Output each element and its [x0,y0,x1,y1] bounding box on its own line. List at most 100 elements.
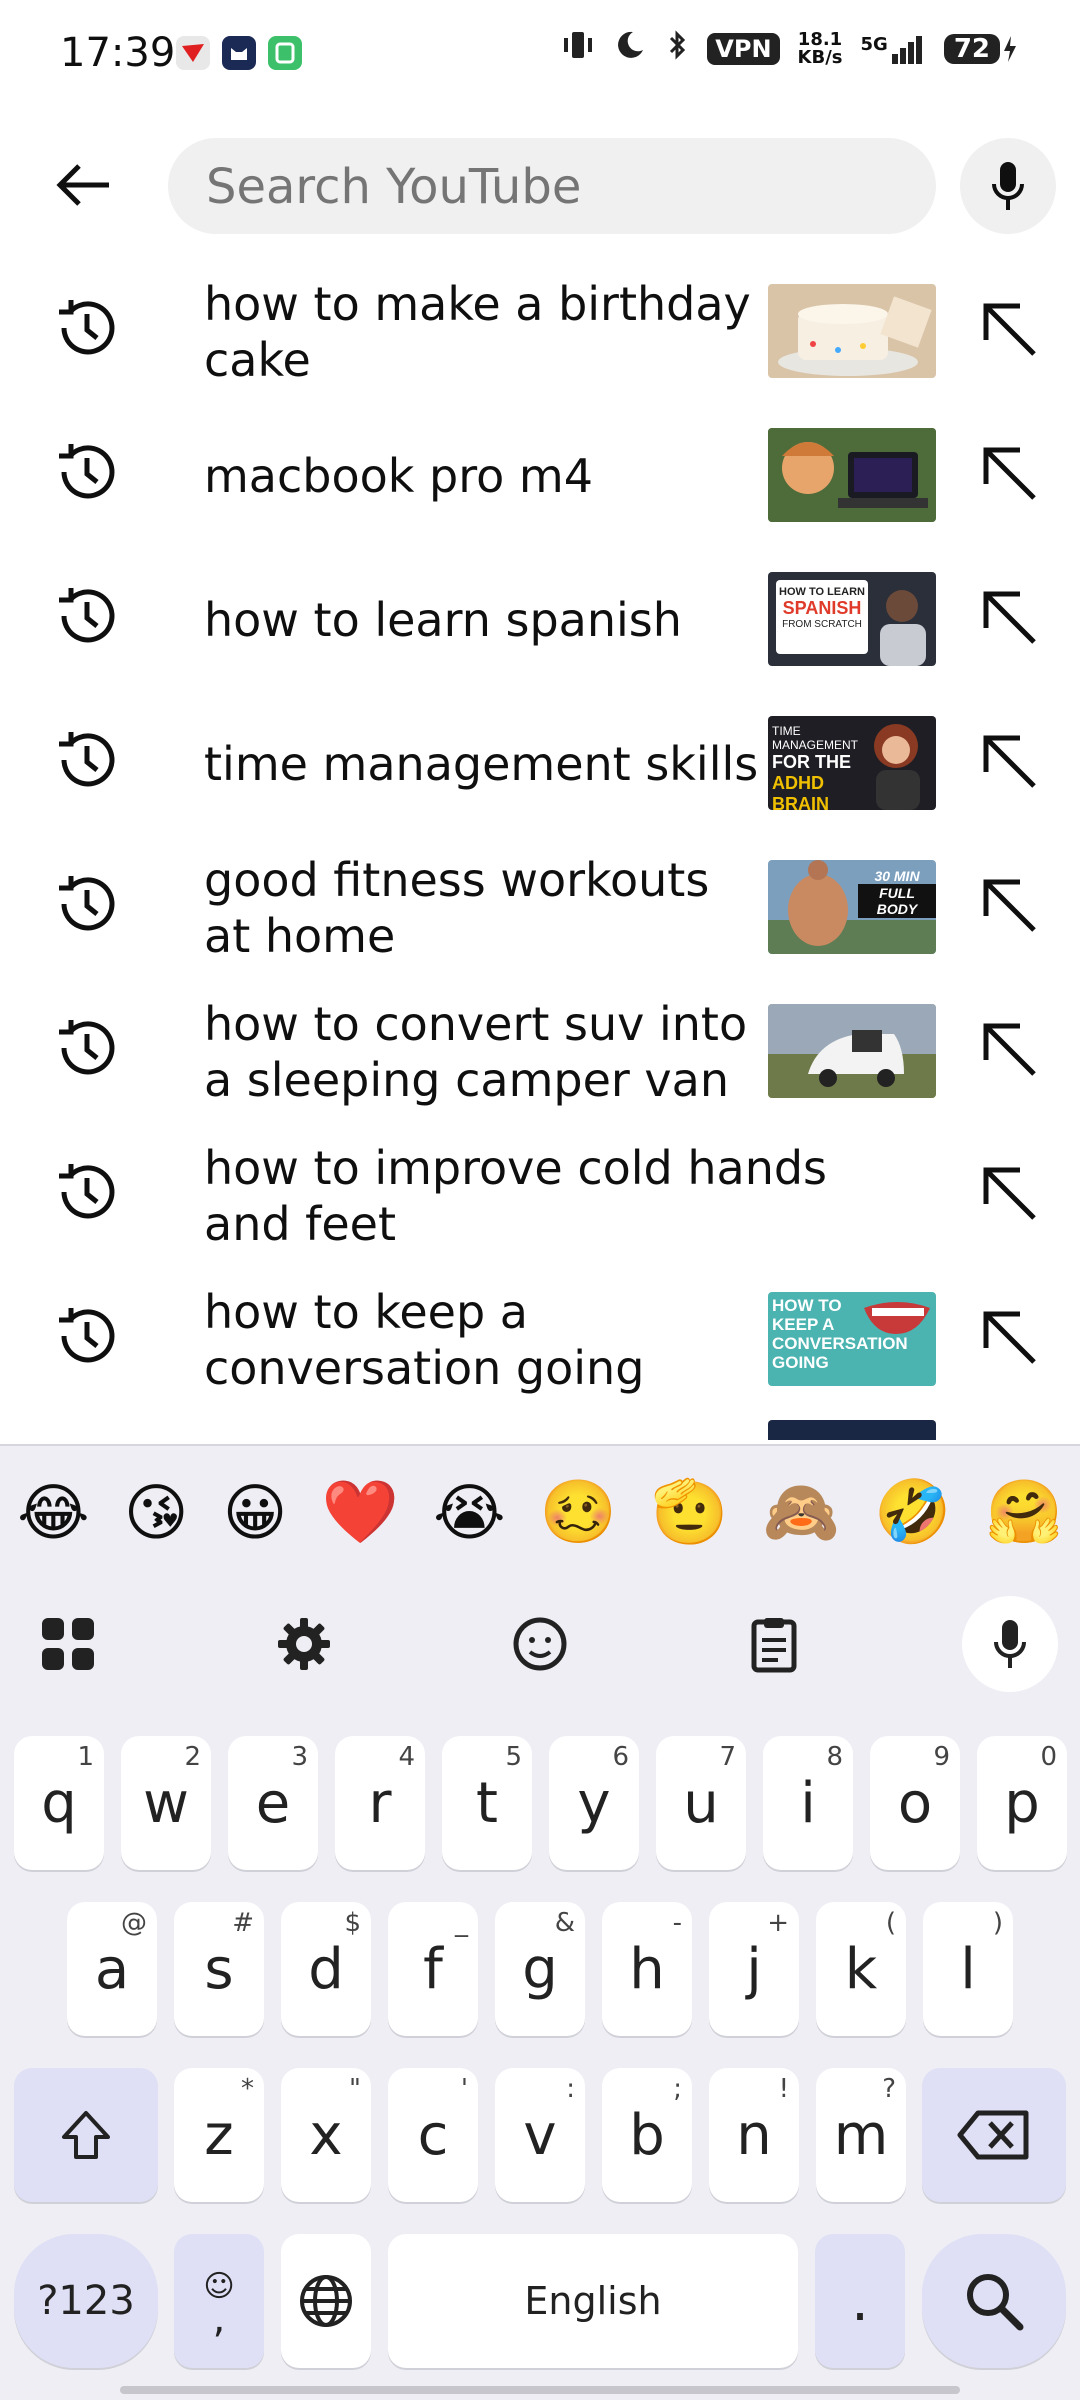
history-suggestion[interactable]: macbook pro m4 [0,404,1080,548]
key-d[interactable]: d $ [281,1902,371,2036]
shift-arrow-icon [62,2111,110,2159]
emoji-key[interactable]: 🤣 [874,1475,951,1549]
globe-icon [300,2275,352,2327]
shift-key[interactable] [14,2068,158,2202]
key-k[interactable]: k( [816,1902,906,2036]
key-p[interactable]: p0 [977,1736,1067,1870]
key-u[interactable]: u7 [656,1736,746,1870]
key-x[interactable]: x " [281,2068,371,2202]
emoji-key[interactable]: ❤️ [322,1475,399,1549]
search-history-list: how to make a birthday cake macbook pro … [0,260,1080,1440]
emoji-key[interactable]: 🙈 [763,1475,840,1549]
history-icon [59,1020,115,1075]
key-q[interactable]: q1 [14,1736,104,1870]
key-i[interactable]: i8 [763,1736,853,1870]
key-l[interactable]: l) [923,1902,1013,2036]
language-globe-key[interactable] [281,2234,371,2368]
history-suggestion[interactable]: how to make a birthday cake [0,260,1080,404]
history-suggestion[interactable]: how to improve cold hands and feet [0,1124,1080,1268]
clipboard-icon[interactable] [738,1608,810,1680]
space-bar[interactable]: English [388,2234,798,2368]
keyboard-voice-input-button[interactable] [962,1596,1058,1692]
key-n[interactable]: n! [709,2068,799,2202]
vpn-badge: VPN [707,32,780,65]
key-f[interactable]: f _ [388,1902,478,2036]
key-j[interactable]: j + [709,1902,799,2036]
fill-suggestion-arrow-icon[interactable] [974,438,1044,508]
emoji-key[interactable]: 😭 [433,1476,505,1549]
history-suggestion-partial[interactable] [0,1420,1080,1440]
suggestion-thumbnail [768,428,936,522]
search-action-key[interactable] [922,2234,1066,2368]
fill-suggestion-arrow-icon[interactable] [974,1302,1044,1372]
search-icon [967,2274,1024,2331]
vibrate-icon [561,28,595,69]
emoji-key[interactable]: 🤗 [986,1475,1063,1549]
comma-emoji-key[interactable]: ☺ , [174,2234,264,2368]
fill-suggestion-arrow-icon[interactable] [974,726,1044,796]
search-box[interactable] [168,138,936,236]
period-key[interactable]: . [815,2234,905,2368]
history-suggestion[interactable]: good fitness workouts at home 30 MIN FUL… [0,836,1080,980]
voice-search-button[interactable] [960,138,1056,234]
status-time: 17:39 [60,30,176,76]
key-y[interactable]: y6 [549,1736,639,1870]
symbols-key[interactable]: ?123 [14,2234,158,2368]
gesture-navigation-bar[interactable] [120,2386,960,2394]
history-suggestion[interactable]: time management skills TIME MANAGEMENT F… [0,692,1080,836]
key-a[interactable]: a @ [67,1902,157,2036]
history-suggestion[interactable]: how to learn spanish HOW TO LEARN SPANIS… [0,548,1080,692]
history-icon [59,300,115,355]
emoji-key[interactable]: 🫡 [651,1475,728,1549]
key-c[interactable]: c ' [388,2068,478,2202]
history-suggestion[interactable]: how to keep a conversation going HOW TO … [0,1268,1080,1412]
suggestion-text: how to convert suv into a sleeping campe… [204,997,748,1107]
notification-app-icon-3 [268,36,302,70]
emoji-key[interactable]: 😘 [124,1476,189,1549]
suggestion-text: macbook pro m4 [204,449,593,503]
cellular-signal-icon: 5G [861,34,926,64]
suggestion-thumbnail: HOW TO KEEP A CONVERSATION GOING [768,1292,936,1386]
suggestion-text: how to improve cold hands and feet [204,1141,828,1251]
emoji-key[interactable]: 😂 [17,1476,89,1549]
history-icon [59,1164,115,1219]
key-s[interactable]: s # [174,1902,264,2036]
key-z[interactable]: z * [174,2068,264,2202]
search-header [0,130,1080,240]
suggestion-thumbnail [768,1004,936,1098]
history-icon [59,588,115,643]
apps-grid-icon[interactable] [32,1608,104,1680]
notification-app-icon-2 [222,36,256,70]
history-suggestion[interactable]: how to convert suv into a sleeping campe… [0,980,1080,1124]
backspace-icon [957,2110,1029,2160]
emoji-key[interactable]: 😀 [223,1476,288,1549]
do-not-disturb-moon-icon [613,28,647,69]
key-t[interactable]: t5 [442,1736,532,1870]
history-icon [59,732,115,787]
keyboard-toolbar [0,1578,1080,1708]
backspace-key[interactable] [922,2068,1066,2202]
key-m[interactable]: m? [816,2068,906,2202]
suggestion-thumbnail: TIME MANAGEMENT FOR THE ADHD BRAIN [768,716,936,810]
history-icon [59,1308,115,1363]
fill-suggestion-arrow-icon[interactable] [974,294,1044,364]
key-r[interactable]: r4 [335,1736,425,1870]
search-input[interactable] [204,138,908,236]
fill-suggestion-arrow-icon[interactable] [974,1158,1044,1228]
back-button[interactable] [50,150,120,220]
key-e[interactable]: e3 [228,1736,318,1870]
fill-suggestion-arrow-icon[interactable] [974,582,1044,652]
emoji-key[interactable]: 🥴 [540,1475,617,1549]
key-w[interactable]: w2 [121,1736,211,1870]
suggestion-thumbnail [768,284,936,378]
key-o[interactable]: o9 [870,1736,960,1870]
settings-gear-icon[interactable] [268,1608,340,1680]
key-b[interactable]: b; [602,2068,692,2202]
status-bar: 17:39 VPN 18.1 KB/s 5G 72 [0,0,1080,110]
emoji-sticker-icon[interactable] [504,1608,576,1680]
fill-suggestion-arrow-icon[interactable] [974,1014,1044,1084]
fill-suggestion-arrow-icon[interactable] [974,870,1044,940]
key-g[interactable]: g & [495,1902,585,2036]
key-v[interactable]: v: [495,2068,585,2202]
key-h[interactable]: h- [602,1902,692,2036]
